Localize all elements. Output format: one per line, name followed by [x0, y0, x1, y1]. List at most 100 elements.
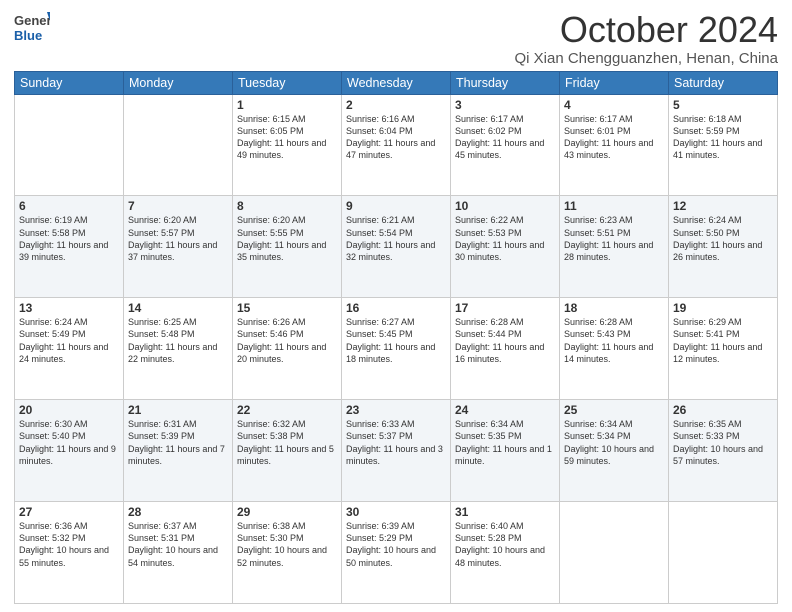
- calendar-cell: 3 Sunrise: 6:17 AMSunset: 6:02 PMDayligh…: [451, 94, 560, 196]
- day-info: Sunrise: 6:24 AMSunset: 5:49 PMDaylight:…: [19, 316, 119, 365]
- logo: General Blue: [14, 10, 50, 46]
- calendar-cell: 19 Sunrise: 6:29 AMSunset: 5:41 PMDaylig…: [669, 298, 778, 400]
- day-info: Sunrise: 6:35 AMSunset: 5:33 PMDaylight:…: [673, 418, 773, 467]
- calendar-cell: 29 Sunrise: 6:38 AMSunset: 5:30 PMDaylig…: [233, 502, 342, 604]
- day-info: Sunrise: 6:25 AMSunset: 5:48 PMDaylight:…: [128, 316, 228, 365]
- calendar-week-row: 20 Sunrise: 6:30 AMSunset: 5:40 PMDaylig…: [15, 400, 778, 502]
- calendar-cell: 15 Sunrise: 6:26 AMSunset: 5:46 PMDaylig…: [233, 298, 342, 400]
- day-number: 24: [455, 403, 555, 417]
- day-number: 8: [237, 199, 337, 213]
- calendar-cell: 22 Sunrise: 6:32 AMSunset: 5:38 PMDaylig…: [233, 400, 342, 502]
- day-info: Sunrise: 6:23 AMSunset: 5:51 PMDaylight:…: [564, 214, 664, 263]
- day-info: Sunrise: 6:18 AMSunset: 5:59 PMDaylight:…: [673, 113, 773, 162]
- day-number: 14: [128, 301, 228, 315]
- day-number: 25: [564, 403, 664, 417]
- calendar-cell: 4 Sunrise: 6:17 AMSunset: 6:01 PMDayligh…: [560, 94, 669, 196]
- day-info: Sunrise: 6:20 AMSunset: 5:57 PMDaylight:…: [128, 214, 228, 263]
- day-number: 20: [19, 403, 119, 417]
- day-info: Sunrise: 6:39 AMSunset: 5:29 PMDaylight:…: [346, 520, 446, 569]
- calendar-cell: 11 Sunrise: 6:23 AMSunset: 5:51 PMDaylig…: [560, 196, 669, 298]
- calendar-cell: 12 Sunrise: 6:24 AMSunset: 5:50 PMDaylig…: [669, 196, 778, 298]
- calendar-cell: 25 Sunrise: 6:34 AMSunset: 5:34 PMDaylig…: [560, 400, 669, 502]
- day-number: 7: [128, 199, 228, 213]
- calendar-day-header: Sunday: [15, 71, 124, 94]
- day-info: Sunrise: 6:36 AMSunset: 5:32 PMDaylight:…: [19, 520, 119, 569]
- calendar-cell: 18 Sunrise: 6:28 AMSunset: 5:43 PMDaylig…: [560, 298, 669, 400]
- calendar-cell: 9 Sunrise: 6:21 AMSunset: 5:54 PMDayligh…: [342, 196, 451, 298]
- day-number: 27: [19, 505, 119, 519]
- calendar-cell: 10 Sunrise: 6:22 AMSunset: 5:53 PMDaylig…: [451, 196, 560, 298]
- day-info: Sunrise: 6:30 AMSunset: 5:40 PMDaylight:…: [19, 418, 119, 467]
- day-number: 4: [564, 98, 664, 112]
- calendar-cell: 1 Sunrise: 6:15 AMSunset: 6:05 PMDayligh…: [233, 94, 342, 196]
- day-info: Sunrise: 6:27 AMSunset: 5:45 PMDaylight:…: [346, 316, 446, 365]
- calendar-cell: 21 Sunrise: 6:31 AMSunset: 5:39 PMDaylig…: [124, 400, 233, 502]
- svg-text:General: General: [14, 13, 50, 28]
- day-number: 3: [455, 98, 555, 112]
- calendar-cell: [15, 94, 124, 196]
- calendar-cell: 30 Sunrise: 6:39 AMSunset: 5:29 PMDaylig…: [342, 502, 451, 604]
- day-info: Sunrise: 6:28 AMSunset: 5:43 PMDaylight:…: [564, 316, 664, 365]
- day-number: 22: [237, 403, 337, 417]
- day-info: Sunrise: 6:32 AMSunset: 5:38 PMDaylight:…: [237, 418, 337, 467]
- day-number: 29: [237, 505, 337, 519]
- day-number: 11: [564, 199, 664, 213]
- page: General Blue October 2024 Qi Xian Chengg…: [0, 0, 792, 612]
- day-info: Sunrise: 6:37 AMSunset: 5:31 PMDaylight:…: [128, 520, 228, 569]
- calendar-cell: 23 Sunrise: 6:33 AMSunset: 5:37 PMDaylig…: [342, 400, 451, 502]
- calendar-cell: [669, 502, 778, 604]
- day-info: Sunrise: 6:29 AMSunset: 5:41 PMDaylight:…: [673, 316, 773, 365]
- day-info: Sunrise: 6:17 AMSunset: 6:02 PMDaylight:…: [455, 113, 555, 162]
- day-info: Sunrise: 6:31 AMSunset: 5:39 PMDaylight:…: [128, 418, 228, 467]
- day-number: 28: [128, 505, 228, 519]
- calendar-day-header: Saturday: [669, 71, 778, 94]
- calendar-week-row: 1 Sunrise: 6:15 AMSunset: 6:05 PMDayligh…: [15, 94, 778, 196]
- calendar-day-header: Wednesday: [342, 71, 451, 94]
- logo-svg: General Blue: [14, 10, 50, 46]
- svg-text:Blue: Blue: [14, 28, 42, 43]
- calendar-cell: 5 Sunrise: 6:18 AMSunset: 5:59 PMDayligh…: [669, 94, 778, 196]
- calendar-cell: [560, 502, 669, 604]
- day-number: 13: [19, 301, 119, 315]
- calendar-week-row: 27 Sunrise: 6:36 AMSunset: 5:32 PMDaylig…: [15, 502, 778, 604]
- day-info: Sunrise: 6:24 AMSunset: 5:50 PMDaylight:…: [673, 214, 773, 263]
- day-number: 19: [673, 301, 773, 315]
- month-title: October 2024: [514, 10, 778, 50]
- calendar-header-row: SundayMondayTuesdayWednesdayThursdayFrid…: [15, 71, 778, 94]
- calendar-cell: [124, 94, 233, 196]
- day-info: Sunrise: 6:34 AMSunset: 5:34 PMDaylight:…: [564, 418, 664, 467]
- day-number: 17: [455, 301, 555, 315]
- calendar-day-header: Tuesday: [233, 71, 342, 94]
- calendar-cell: 20 Sunrise: 6:30 AMSunset: 5:40 PMDaylig…: [15, 400, 124, 502]
- calendar-body: 1 Sunrise: 6:15 AMSunset: 6:05 PMDayligh…: [15, 94, 778, 603]
- calendar-cell: 8 Sunrise: 6:20 AMSunset: 5:55 PMDayligh…: [233, 196, 342, 298]
- day-info: Sunrise: 6:16 AMSunset: 6:04 PMDaylight:…: [346, 113, 446, 162]
- location-title: Qi Xian Chengguanzhen, Henan, China: [514, 50, 778, 67]
- day-number: 10: [455, 199, 555, 213]
- calendar-day-header: Friday: [560, 71, 669, 94]
- day-info: Sunrise: 6:38 AMSunset: 5:30 PMDaylight:…: [237, 520, 337, 569]
- day-number: 15: [237, 301, 337, 315]
- day-number: 18: [564, 301, 664, 315]
- day-number: 9: [346, 199, 446, 213]
- day-number: 5: [673, 98, 773, 112]
- day-info: Sunrise: 6:28 AMSunset: 5:44 PMDaylight:…: [455, 316, 555, 365]
- day-number: 12: [673, 199, 773, 213]
- day-number: 16: [346, 301, 446, 315]
- day-number: 31: [455, 505, 555, 519]
- title-block: October 2024 Qi Xian Chengguanzhen, Hena…: [514, 10, 778, 67]
- calendar-cell: 17 Sunrise: 6:28 AMSunset: 5:44 PMDaylig…: [451, 298, 560, 400]
- calendar-cell: 26 Sunrise: 6:35 AMSunset: 5:33 PMDaylig…: [669, 400, 778, 502]
- calendar-cell: 13 Sunrise: 6:24 AMSunset: 5:49 PMDaylig…: [15, 298, 124, 400]
- day-info: Sunrise: 6:15 AMSunset: 6:05 PMDaylight:…: [237, 113, 337, 162]
- header: General Blue October 2024 Qi Xian Chengg…: [14, 10, 778, 67]
- calendar-day-header: Thursday: [451, 71, 560, 94]
- day-number: 6: [19, 199, 119, 213]
- day-info: Sunrise: 6:22 AMSunset: 5:53 PMDaylight:…: [455, 214, 555, 263]
- day-info: Sunrise: 6:33 AMSunset: 5:37 PMDaylight:…: [346, 418, 446, 467]
- day-number: 26: [673, 403, 773, 417]
- calendar-week-row: 6 Sunrise: 6:19 AMSunset: 5:58 PMDayligh…: [15, 196, 778, 298]
- calendar-table: SundayMondayTuesdayWednesdayThursdayFrid…: [14, 71, 778, 604]
- day-info: Sunrise: 6:20 AMSunset: 5:55 PMDaylight:…: [237, 214, 337, 263]
- day-info: Sunrise: 6:21 AMSunset: 5:54 PMDaylight:…: [346, 214, 446, 263]
